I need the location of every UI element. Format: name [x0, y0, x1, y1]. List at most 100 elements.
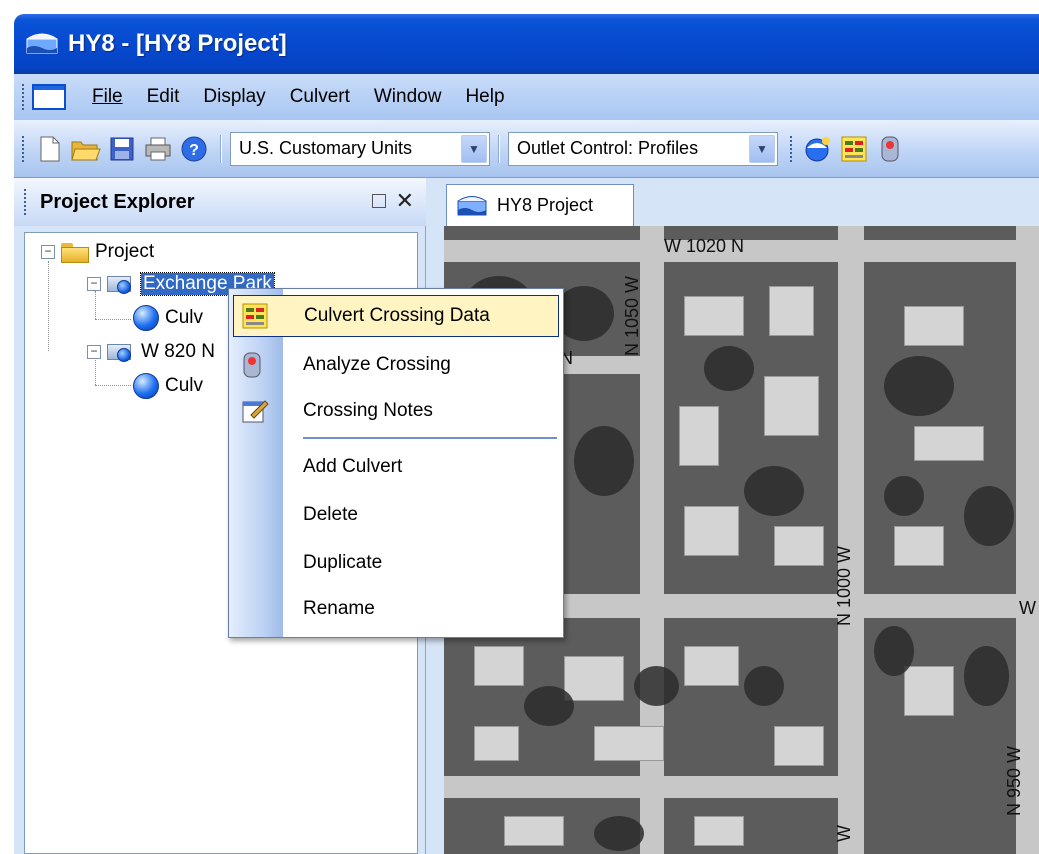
map-tree — [574, 426, 634, 496]
menu-window[interactable]: Window — [374, 86, 442, 108]
map-tree — [634, 666, 679, 706]
map-tree — [884, 476, 924, 516]
map-tree — [704, 346, 754, 391]
help-icon[interactable]: ? — [179, 134, 209, 164]
menu-item-crossing-notes[interactable]: Crossing Notes — [229, 389, 563, 433]
crossing-data-icon[interactable] — [839, 134, 869, 164]
project-explorer-title: Project Explorer — [40, 190, 195, 213]
collapse-icon[interactable]: − — [87, 277, 101, 291]
tree-item-culvert[interactable]: Culv — [133, 373, 203, 399]
units-select[interactable]: U.S. Customary Units ▼ — [230, 131, 490, 166]
menu-item-label: Culvert Crossing Data — [304, 305, 490, 326]
menu-item-analyze-crossing[interactable]: Analyze Crossing — [229, 343, 563, 387]
tree-item-project[interactable]: − Project — [41, 239, 154, 265]
window-title: HY8 - [HY8 Project] — [68, 30, 287, 57]
outlet-control-select[interactable]: Outlet Control: Profiles ▼ — [508, 131, 778, 166]
tab-label: HY8 Project — [497, 195, 594, 215]
new-crossing-icon[interactable] — [803, 134, 833, 164]
menu-separator — [303, 437, 557, 439]
menu-item-duplicate[interactable]: Duplicate — [229, 541, 563, 585]
hy8-app-icon[interactable] — [26, 31, 58, 57]
menu-item-culvert-crossing-data[interactable]: Culvert Crossing Data — [233, 295, 559, 337]
toolbar-grip[interactable] — [22, 135, 26, 162]
map-house — [679, 406, 719, 466]
tree-connector — [95, 385, 131, 386]
map-tree — [744, 466, 804, 516]
map-house — [684, 506, 739, 556]
tree-item-label: Culv — [165, 375, 204, 396]
outlet-dropdown-arrow-icon[interactable]: ▼ — [749, 134, 775, 163]
map-house — [774, 526, 824, 566]
analyze-icon — [241, 351, 269, 379]
tree-connector — [95, 319, 131, 320]
menu-help[interactable]: Help — [465, 86, 504, 108]
map-house — [694, 816, 744, 846]
folder-icon — [61, 241, 89, 263]
toolbar-separator — [220, 134, 222, 163]
map-house — [894, 526, 944, 566]
culvert-icon — [133, 373, 159, 399]
tree-item-culvert[interactable]: Culv — [133, 305, 203, 331]
menu-item-label: Delete — [303, 504, 358, 525]
menu-item-label: Analyze Crossing — [303, 354, 451, 375]
map-tree — [524, 686, 574, 726]
print-icon[interactable] — [143, 134, 173, 164]
tree-item-label: Project — [95, 241, 155, 262]
map-tree — [964, 646, 1009, 706]
crossing-icon — [107, 340, 135, 364]
new-file-icon[interactable] — [35, 134, 65, 164]
menu-edit[interactable]: Edit — [147, 86, 180, 108]
context-menu: Culvert Crossing Data Analyze Crossing C… — [228, 288, 564, 638]
hy8-project-icon — [457, 195, 487, 217]
menu-item-label: Rename — [303, 598, 375, 619]
street-label: N 1050 W — [622, 275, 642, 356]
units-select-value: U.S. Customary Units — [239, 138, 413, 158]
menu-culvert[interactable]: Culvert — [290, 86, 350, 108]
menu-item-add-culvert[interactable]: Add Culvert — [229, 445, 563, 489]
map-house — [769, 286, 814, 336]
tab-hy8-project[interactable]: HY8 Project — [446, 184, 634, 226]
toolbar-grip[interactable] — [790, 135, 794, 162]
crossing-data-icon — [242, 303, 270, 331]
menu-item-label: Crossing Notes — [303, 400, 433, 421]
menu-item-label: Duplicate — [303, 552, 383, 573]
crossing-icon — [107, 272, 135, 296]
toolbar: ? U.S. Customary Units ▼ Outlet Control:… — [14, 120, 1039, 178]
map-house — [504, 816, 564, 846]
menu-item-delete[interactable]: Delete — [229, 493, 563, 537]
map-house — [774, 726, 824, 766]
tree-item-w-820-n[interactable]: − W 820 N — [87, 339, 215, 365]
menu-item-label: Add Culvert — [303, 456, 403, 477]
street-label: N 950 W — [1004, 745, 1024, 816]
street-label: W — [1019, 598, 1036, 618]
map-tree — [884, 356, 954, 416]
restore-icon[interactable] — [372, 194, 386, 208]
map-house — [684, 646, 739, 686]
save-icon[interactable] — [107, 134, 137, 164]
map-tree — [964, 486, 1014, 546]
units-dropdown-arrow-icon[interactable]: ▼ — [461, 134, 487, 163]
collapse-icon[interactable]: − — [41, 245, 55, 259]
street-label: W 1020 N — [664, 236, 745, 256]
map-house — [474, 726, 519, 761]
collapse-icon[interactable]: − — [87, 345, 101, 359]
mdi-document-icon[interactable] — [32, 84, 66, 110]
close-icon[interactable]: ✕ — [396, 188, 414, 214]
menu-file[interactable]: File — [92, 86, 123, 108]
tree-item-label: W 820 N — [141, 341, 215, 362]
menu-grip[interactable] — [22, 84, 26, 110]
map-house — [764, 376, 819, 436]
street-label: W — [834, 825, 854, 842]
map-house — [904, 666, 954, 716]
open-folder-icon[interactable] — [71, 134, 101, 164]
menu-display[interactable]: Display — [203, 86, 265, 108]
street-label: N 1000 W — [834, 545, 854, 626]
map-tree — [744, 666, 784, 706]
menu-item-rename[interactable]: Rename — [229, 587, 563, 631]
title-bar: HY8 - [HY8 Project] — [14, 14, 1039, 74]
map-house — [594, 726, 664, 761]
panel-grip[interactable] — [24, 189, 28, 215]
analyze-icon[interactable] — [875, 134, 905, 164]
map-house — [564, 656, 624, 701]
map-house — [684, 296, 744, 336]
